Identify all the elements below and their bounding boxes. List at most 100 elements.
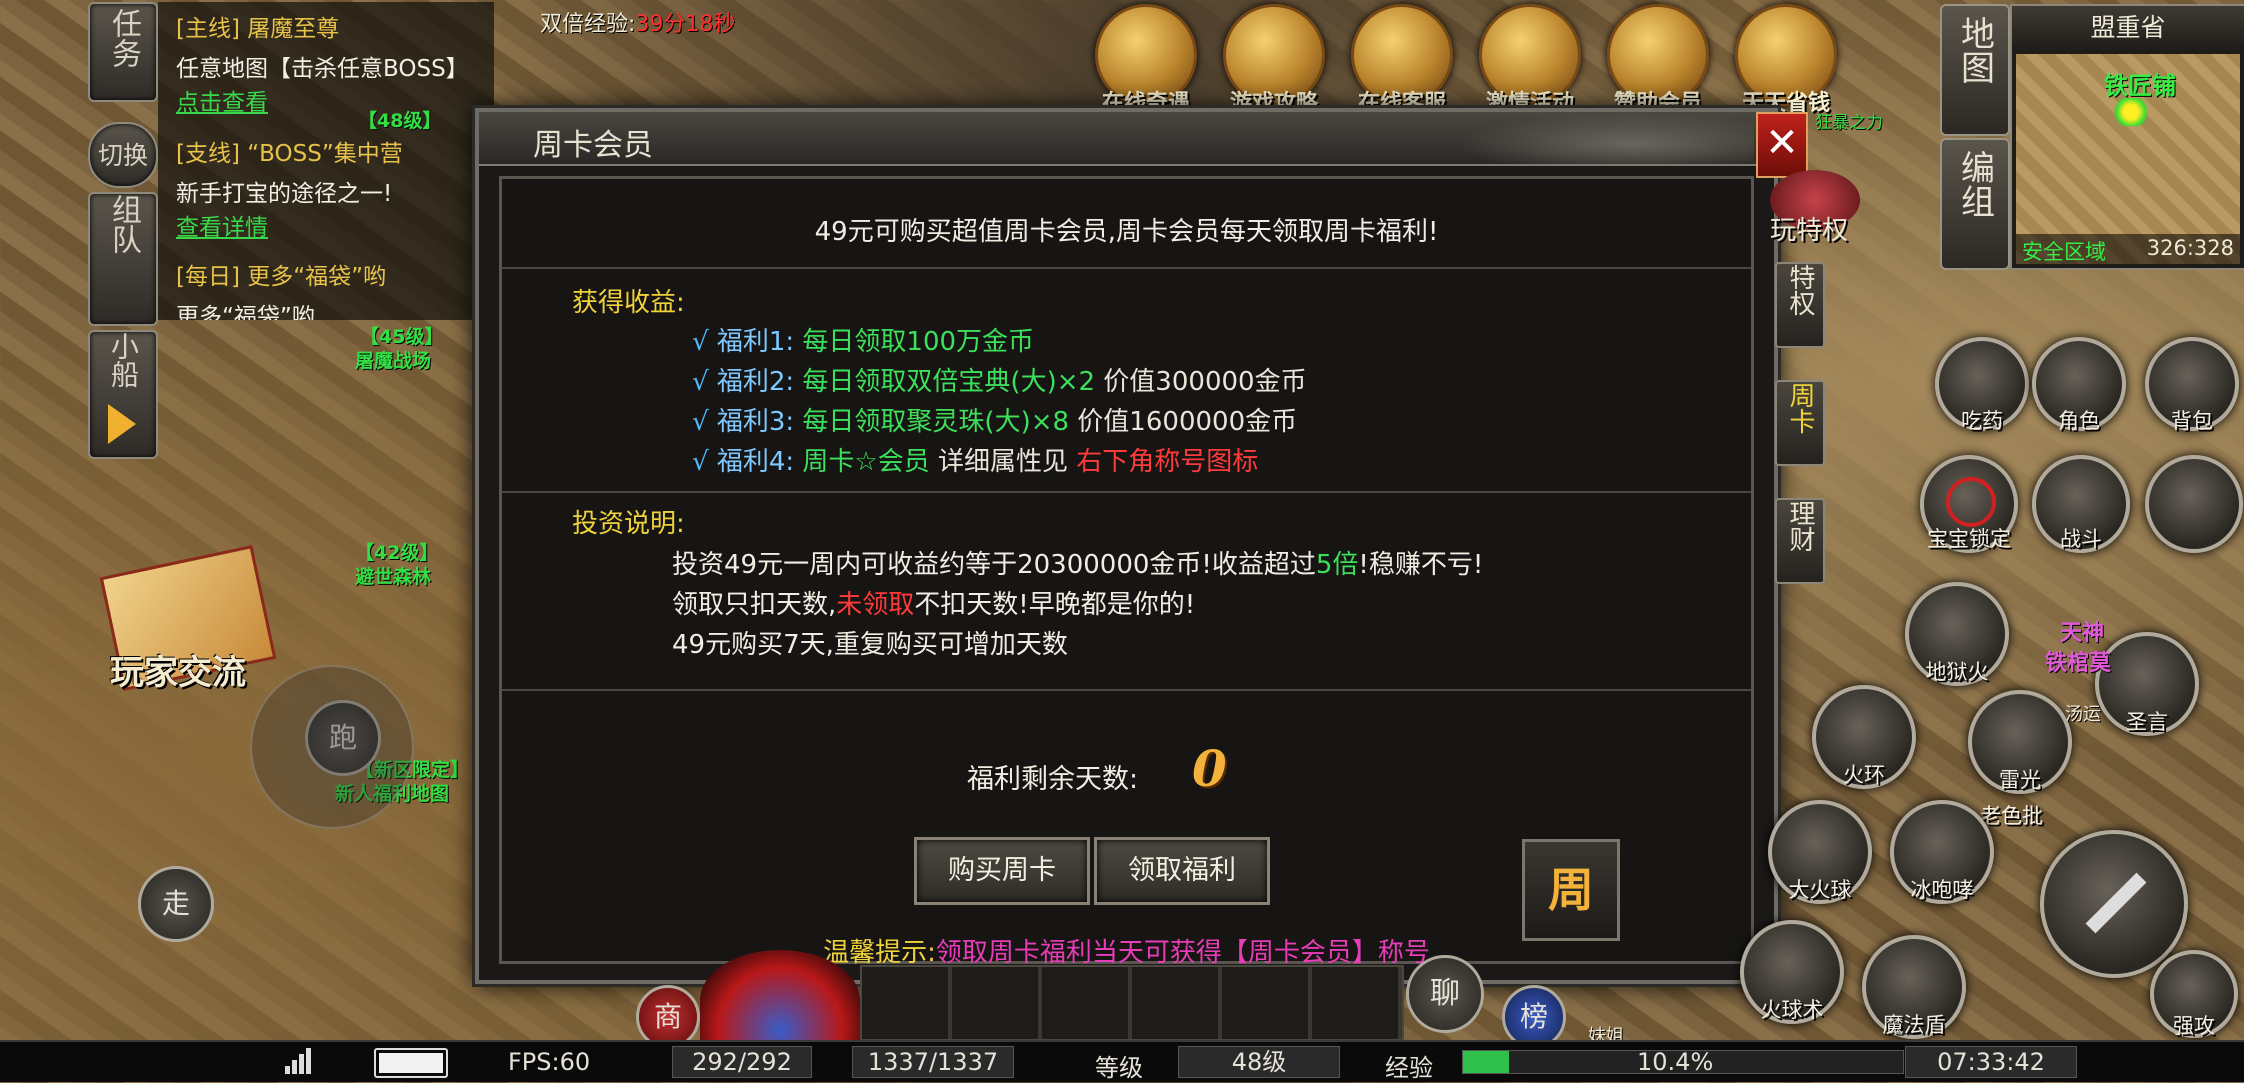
divider — [502, 689, 1751, 691]
benefit-row: √ 福利1: 每日领取100万金币 — [692, 321, 1034, 358]
minimap-footer: 安全区域 326:328 — [2016, 234, 2240, 264]
level-label: 【48级】 — [358, 110, 442, 132]
skill-magic-shield[interactable]: 魔法盾 — [1862, 935, 1966, 1039]
boat-tab[interactable]: 小船 — [88, 330, 158, 459]
quest-text: 新手打宝的途径之一! — [176, 181, 393, 207]
skill-label: 老色批 — [1980, 804, 2043, 828]
skill-label: 魔法盾 — [1882, 1013, 1946, 1037]
double-exp-timer: 双倍经验:39分18秒 — [540, 6, 735, 38]
arrow-right-icon — [108, 404, 136, 444]
lantern-icon[interactable]: 在线奇遇 — [1095, 4, 1197, 116]
tip-label: 温馨提示: — [823, 938, 936, 968]
savings-icon[interactable]: 天天省钱 — [1735, 4, 1837, 116]
quest-side[interactable]: [支线] “BOSS”集中营 新手打宝的途径之一! 查看详情 — [176, 137, 403, 245]
minimap-view[interactable]: 铁匠铺 安全区域 326:328 — [2016, 54, 2240, 264]
player-trade-label[interactable]: 玩家交流 — [110, 645, 246, 694]
remaining-days-label: 福利剩余天数: — [967, 764, 1139, 795]
skill-fireball[interactable]: 火球术 — [1740, 920, 1844, 1024]
benefit-desc: 每日领取双倍宝典(大)×2 — [802, 367, 1096, 397]
quest-link[interactable]: 查看详情 — [176, 211, 403, 245]
claim-benefit-button[interactable]: 领取福利 — [1094, 837, 1270, 905]
tab-finance[interactable]: 理财 — [1775, 498, 1825, 584]
skill-ice-roar[interactable]: 冰咆哮 — [1890, 800, 1994, 904]
top-activity-icons: 在线奇遇 游戏攻略 在线客服 激情活动 赞助会员 天天省钱 — [1095, 4, 1855, 116]
sword-icon — [2085, 872, 2147, 934]
invest-line: 领取只扣天数,未领取不扣天数!早晚都是你的! — [672, 584, 1195, 621]
skill-label: 宝宝锁定 — [1927, 527, 2011, 551]
event-icon[interactable]: 激情活动 — [1479, 4, 1581, 116]
quest-head: [每日] 更多“福袋”哟 — [176, 264, 387, 290]
tab-privilege[interactable]: 特权 — [1775, 262, 1825, 348]
character-button[interactable]: 角色 — [2032, 337, 2126, 433]
dpad-icon[interactable] — [2145, 455, 2243, 553]
tab-label: 周卡 — [1785, 382, 1815, 434]
tab-label: 特权 — [1785, 264, 1815, 316]
hp-value: 292/292 — [672, 1046, 812, 1078]
quest-main[interactable]: [主线] 屠魔至尊 任意地图【击杀任意BOSS】 点击查看 — [176, 12, 469, 120]
level-label: 【42级】 — [355, 542, 439, 564]
map-button[interactable]: 地图 — [1940, 4, 2010, 136]
place-name: 铁匠铺 — [2104, 72, 2176, 100]
privilege-label[interactable]: 玩特权 — [1770, 210, 1848, 247]
team-tab[interactable]: 组队 — [88, 192, 158, 326]
quest-daily[interactable]: [每日] 更多“福袋”哟 更多“福袋”哟 — [176, 260, 386, 320]
skill-label: 战斗 — [2060, 527, 2102, 551]
player-name: 汤运 — [2065, 704, 2101, 725]
benefit-desc: 每日领取100万金币 — [802, 327, 1035, 357]
attack-button[interactable] — [2040, 830, 2188, 978]
mp-value: 1337/1337 — [852, 1046, 1014, 1078]
npc-dots-icon — [2111, 98, 2151, 126]
task-tab[interactable]: 任务 — [88, 2, 158, 102]
member-icon[interactable]: 赞助会员 — [1607, 4, 1709, 116]
weekly-title-icon[interactable]: 周 — [1522, 839, 1620, 941]
benefit-highlight: 右下角称号图标 — [1076, 447, 1259, 477]
fps-counter: FPS:60 — [508, 1048, 591, 1076]
pet-lock-button[interactable]: 宝宝锁定 — [1920, 455, 2018, 553]
dragon-ornament-icon — [1454, 112, 1754, 164]
joystick[interactable] — [250, 665, 414, 829]
skill-big-fireball[interactable]: 大火球 — [1768, 800, 1872, 904]
divider — [502, 267, 1751, 269]
task-tab-label: 任务 — [106, 8, 141, 68]
divider — [502, 491, 1751, 493]
force-attack-button[interactable]: 强攻 — [2150, 950, 2238, 1038]
minimap[interactable]: 盟重省 铁匠铺 安全区域 326:328 — [2010, 4, 2244, 270]
skill-label: 大火球 — [1788, 878, 1852, 902]
buy-weekly-card-button[interactable]: 购买周卡 — [914, 837, 1090, 905]
skill-lightning[interactable]: 雷光 — [1968, 690, 2072, 794]
bag-button[interactable]: 背包 — [2145, 337, 2239, 433]
dialog-headline: 49元可购买超值周卡会员,周卡会员每天领取周卡福利! — [814, 217, 1439, 247]
quest-text: 更多“福袋”哟 — [176, 304, 315, 320]
map-button-label: 地图 — [1954, 16, 1995, 84]
invest-line: 49元购买7天,重复购买可增加天数 — [672, 624, 1068, 661]
chat-button[interactable]: 聊 — [1406, 955, 1484, 1033]
tab-label: 理财 — [1785, 500, 1815, 552]
check-icon: √ — [692, 327, 709, 357]
service-icon[interactable]: 在线客服 — [1351, 4, 1453, 116]
switch-button[interactable]: 切换 — [88, 122, 158, 188]
strategy-icon[interactable]: 游戏攻略 — [1223, 4, 1325, 116]
group-button[interactable]: 编组 — [1940, 138, 2010, 270]
skill-fire-ring[interactable]: 火环 — [1812, 685, 1916, 789]
benefit-desc: 周卡☆会员 — [802, 447, 930, 477]
quick-item-bar[interactable] — [860, 965, 1404, 1041]
skill-hellfire[interactable]: 地狱火 — [1905, 582, 2009, 686]
potion-button[interactable]: 吃药 — [1935, 337, 2029, 433]
invest-highlight: 未领取 — [836, 590, 915, 620]
benefit-name: 福利3: — [716, 407, 795, 437]
skill-label: 地狱火 — [1925, 660, 1989, 684]
invest-text: 投资49元一周内可收益约等于20300000金币!收益超过 — [672, 550, 1316, 580]
remaining-days-value: 0 — [1192, 739, 1227, 798]
skill-label: 火球术 — [1760, 998, 1824, 1022]
close-icon: ✕ — [1765, 120, 1799, 166]
quest-head: [支线] “BOSS”集中营 — [176, 141, 403, 167]
close-button[interactable]: ✕ — [1756, 112, 1808, 178]
battle-button[interactable]: 战斗 — [2032, 455, 2130, 553]
quest-tabs: 任务 切换 组队 小船 — [88, 2, 158, 459]
benefit-name: 福利1: — [716, 327, 795, 357]
walk-button[interactable]: 走 — [138, 866, 214, 942]
tab-weekly-card[interactable]: 周卡 — [1775, 380, 1825, 466]
skill-label: 吃药 — [1961, 409, 2003, 433]
double-exp-label: 双倍经验: — [540, 12, 636, 37]
benefit-extra: 详细属性见 — [929, 447, 1077, 477]
